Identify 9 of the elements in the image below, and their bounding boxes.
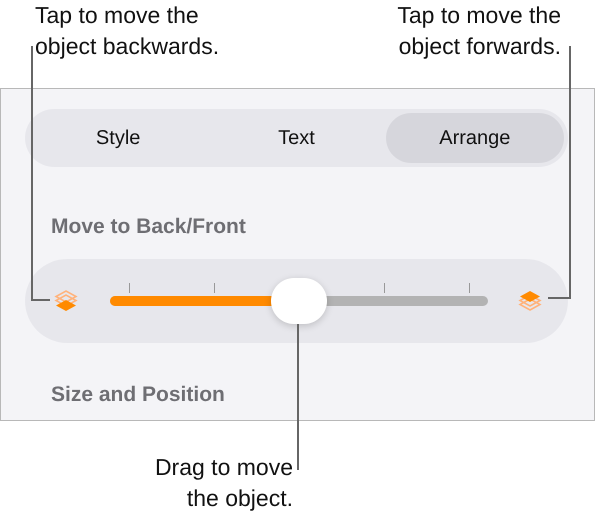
tab[interactable]: Arrange — [386, 113, 564, 163]
slider-thumb[interactable] — [271, 278, 327, 324]
tab[interactable]: Text — [207, 113, 386, 163]
tab[interactable]: Style — [29, 113, 208, 163]
callout-text: Tap to move the object backwards. — [35, 1, 220, 61]
callout-text: Tap to move the object forwards. — [397, 1, 561, 61]
section-label: Move to Back/Front — [51, 215, 247, 239]
callout-text: Drag to move the object. — [154, 453, 293, 513]
section-label: Size and Position — [51, 383, 226, 407]
